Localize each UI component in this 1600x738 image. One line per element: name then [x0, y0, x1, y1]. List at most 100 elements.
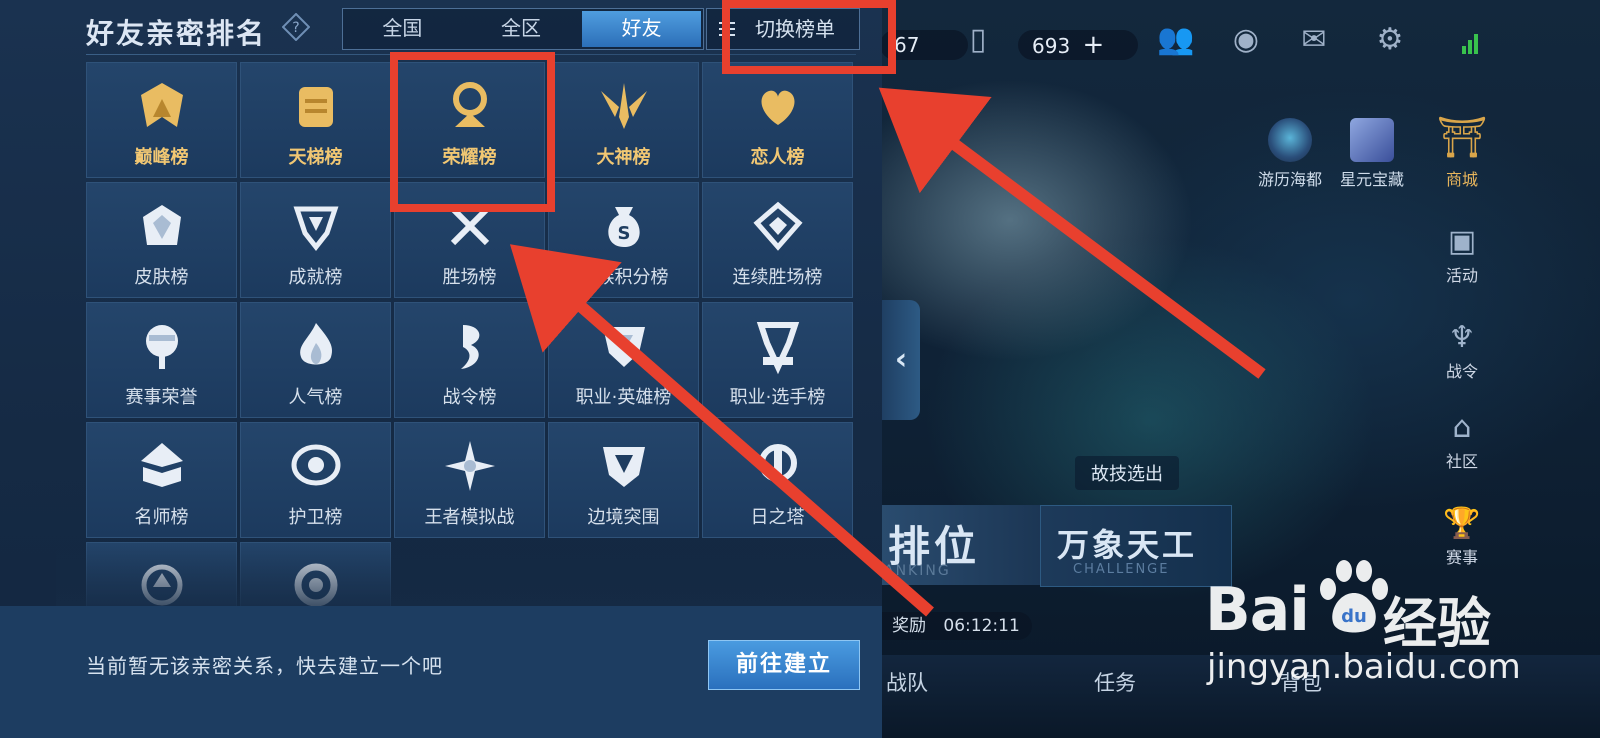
card-icon[interactable]: ▯ — [958, 22, 998, 58]
plus-icon[interactable]: + — [1083, 30, 1105, 60]
ranking-cell[interactable]: 成就榜 — [240, 182, 391, 298]
ranking-label: 边境突围 — [587, 507, 660, 528]
streak-icon — [753, 201, 803, 251]
achievement-icon — [293, 206, 339, 252]
tab-region[interactable]: 全区 — [462, 9, 581, 49]
mentor-icon — [141, 443, 183, 487]
ranking-cell[interactable]: 巅峰榜 — [86, 62, 237, 178]
treasure-label: 星元宝藏 — [1339, 170, 1404, 189]
travel-icon — [1268, 118, 1312, 162]
ranking-cell[interactable]: 大神榜 — [548, 62, 699, 178]
ranking-label: 战令榜 — [442, 387, 497, 408]
ranking-label: 皮肤榜 — [134, 267, 189, 288]
challenge-mode-title: 万象天工 — [1057, 526, 1198, 564]
ranking-cell[interactable]: 名师榜 — [86, 422, 237, 538]
ranking-cell[interactable]: 人气榜 — [240, 302, 391, 418]
scope-tabs: 全国 全区 好友 — [342, 8, 704, 50]
treasure-button[interactable]: 星元宝藏 — [1332, 118, 1412, 190]
ranking-label: 成就榜 — [288, 267, 343, 288]
ranking-cell[interactable]: 王者模拟战 — [394, 422, 545, 538]
svg-text:S: S — [618, 223, 631, 244]
watermark-url: jingyan.baidu.com — [1207, 647, 1521, 687]
activity-label: 活动 — [1445, 266, 1478, 285]
ranking-label: 职业·选手榜 — [729, 387, 826, 408]
friends-icon[interactable]: 👥 — [1156, 22, 1196, 58]
ranking-cell[interactable]: S 贵族积分榜 — [548, 182, 699, 298]
grid-fade — [56, 540, 882, 610]
ranking-cell[interactable]: 恋人榜 — [702, 62, 853, 178]
ranking-cell[interactable]: 职业·选手榜 — [702, 302, 853, 418]
ranking-cell[interactable]: 职业·英雄榜 — [548, 302, 699, 418]
collapse-panel-tab[interactable]: ‹ — [882, 300, 920, 420]
help-icon[interactable]: ? — [282, 13, 310, 41]
ranking-label: 巅峰榜 — [134, 147, 189, 168]
mail-icon[interactable]: ✉ — [1294, 22, 1334, 58]
ranking-label: 名师榜 — [134, 507, 189, 528]
ranking-cell[interactable]: 皮肤榜 — [86, 182, 237, 298]
currency-2-value: 693 — [1032, 34, 1071, 58]
svg-text:?: ? — [292, 20, 299, 36]
trophy-icon: 🏆 — [1443, 506, 1481, 541]
task-button[interactable]: 任务 — [1094, 667, 1136, 697]
empty-relationship-text: 当前暂无该亲密关系，快去建立一个吧 — [86, 654, 443, 678]
breakout-icon — [603, 447, 645, 487]
ranked-mode-subtitle: ANKING — [884, 563, 951, 579]
guardian-icon — [291, 444, 341, 486]
ranking-label: 连续胜场榜 — [732, 267, 823, 288]
ranking-cell[interactable]: 连续胜场榜 — [702, 182, 853, 298]
ranking-label: 日之塔 — [750, 507, 805, 528]
flame-icon — [300, 323, 333, 365]
battle-pass-button[interactable]: ♆ 战令 — [1422, 318, 1502, 382]
team-button[interactable]: 战队 — [886, 667, 928, 697]
ranking-label: 胜场榜 — [442, 267, 497, 288]
shop-icon: ⛩ — [1436, 115, 1488, 161]
tab-friends[interactable]: 好友 — [582, 11, 702, 47]
panel-title: 好友亲密排名 — [86, 17, 267, 50]
travel-button[interactable]: 游历海都 — [1250, 118, 1330, 190]
ranking-cell[interactable]: 边境突围 — [548, 422, 699, 538]
travel-label: 游历海都 — [1257, 170, 1322, 189]
ladder-icon — [299, 87, 333, 127]
pro-hero-icon — [603, 327, 645, 367]
skill-tag[interactable]: 故技选出 — [1075, 456, 1179, 490]
challenge-mode-subtitle: CHALLENGE — [1073, 562, 1170, 577]
ranking-label: 王者模拟战 — [424, 507, 515, 528]
ranking-cell[interactable]: 护卫榜 — [240, 422, 391, 538]
lovers-icon — [761, 90, 795, 125]
ranking-label: 大神榜 — [596, 147, 651, 168]
sun-tower-icon — [759, 444, 797, 483]
reward-timer: 奖励 06:12:11 — [880, 612, 1032, 640]
eye-icon[interactable]: ◉ — [1226, 22, 1266, 58]
shop-button[interactable]: ⛩ 商城 — [1422, 110, 1502, 190]
highlight-glory-box — [390, 52, 555, 212]
reward-timer-value: 06:12:11 — [943, 616, 1020, 636]
ranking-label: 职业·英雄榜 — [575, 387, 672, 408]
master-icon — [601, 83, 647, 129]
activity-button[interactable]: ▣ 活动 — [1422, 222, 1502, 286]
tab-national[interactable]: 全国 — [343, 9, 462, 49]
gear-icon[interactable]: ⚙ — [1370, 22, 1410, 58]
community-button[interactable]: ⌂ 社区 — [1422, 408, 1502, 472]
ranking-label: 恋人榜 — [750, 147, 805, 168]
watermark-brand: Bai — [1205, 575, 1310, 645]
chevron-left-icon: ‹ — [894, 342, 908, 377]
battle-pass-label: 战令 — [1445, 362, 1478, 381]
battle-pass-icon — [461, 325, 480, 369]
ranking-label: 天梯榜 — [288, 147, 343, 168]
ranking-cell[interactable]: 战令榜 — [394, 302, 545, 418]
community-icon: ⌂ — [1452, 410, 1472, 445]
go-establish-button[interactable]: 前往建立 — [708, 640, 860, 690]
ranking-cell[interactable]: 天梯榜 — [240, 62, 391, 178]
treasure-icon — [1350, 118, 1394, 162]
ranked-mode-button[interactable]: 排位 ANKING — [880, 505, 1050, 585]
currency-2[interactable]: 693 + — [1018, 30, 1138, 60]
ranking-label: 护卫榜 — [288, 507, 343, 528]
battle-pass-side-icon: ♆ — [1448, 320, 1476, 355]
ranking-cell[interactable]: 赛事荣誉 — [86, 302, 237, 418]
ranking-cell[interactable]: 日之塔 — [702, 422, 853, 538]
challenge-mode-button[interactable]: 万象天工 CHALLENGE — [1040, 505, 1232, 587]
svg-text:du: du — [1341, 606, 1367, 627]
tournament-icon — [146, 325, 178, 369]
auto-chess-icon — [445, 441, 495, 491]
peak-icon — [141, 83, 183, 127]
